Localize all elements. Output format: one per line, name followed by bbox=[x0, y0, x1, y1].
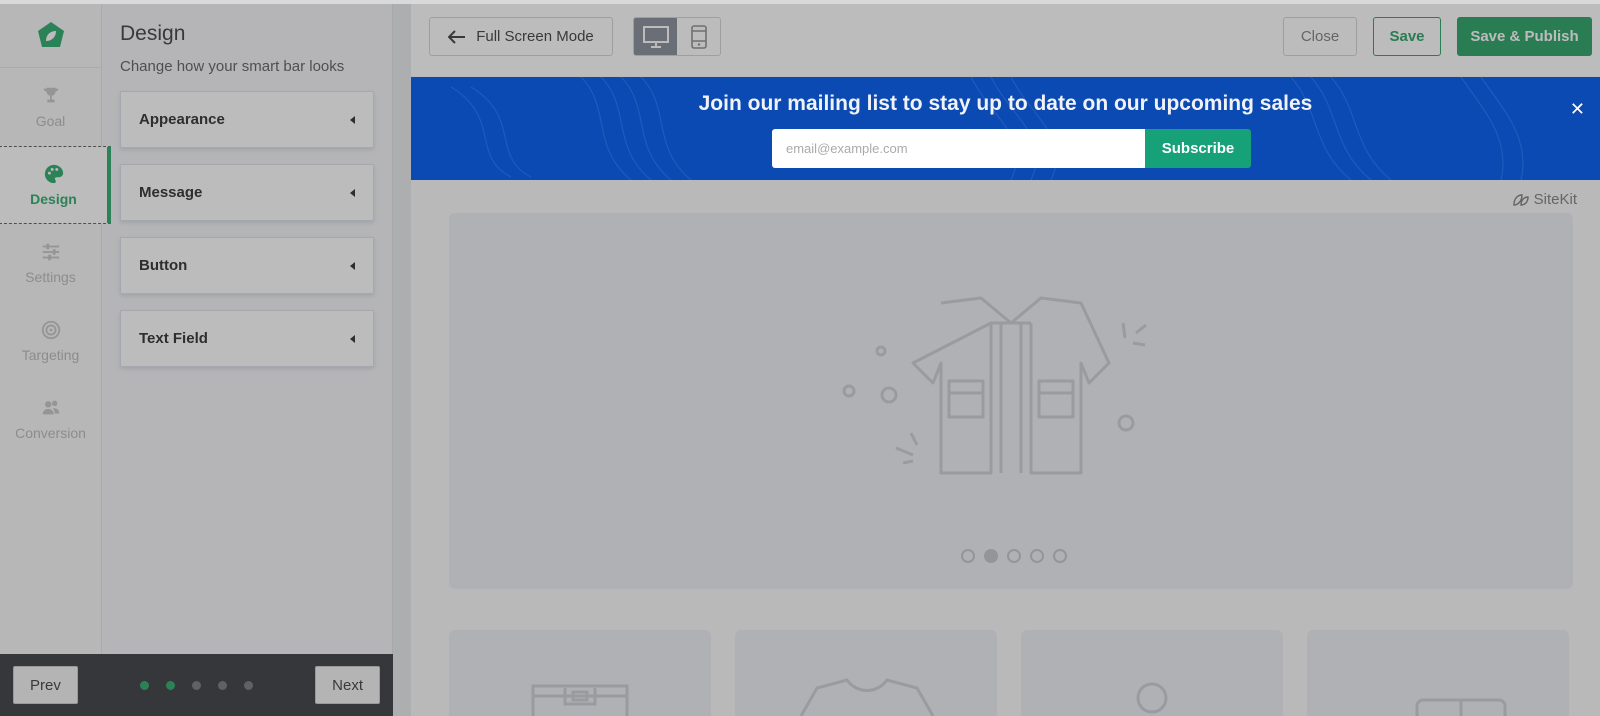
step-conversion[interactable]: Conversion bbox=[0, 380, 101, 458]
step-dot bbox=[218, 680, 227, 690]
bag-illustration bbox=[1136, 682, 1168, 714]
step-dot bbox=[140, 680, 149, 690]
subscribe-button[interactable]: Subscribe bbox=[1145, 129, 1251, 168]
carousel-dot[interactable] bbox=[984, 549, 998, 563]
sweater-illustration bbox=[799, 678, 935, 716]
full-screen-label: Full Screen Mode bbox=[476, 28, 594, 45]
caret-left-icon bbox=[350, 261, 355, 270]
caret-left-icon bbox=[350, 334, 355, 343]
step-navigation: Prev Next bbox=[0, 654, 393, 716]
caret-left-icon bbox=[350, 188, 355, 197]
section-message-label: Message bbox=[139, 184, 203, 201]
smart-bar-message: Join our mailing list to stay up to date… bbox=[698, 92, 1313, 115]
carousel-dot[interactable] bbox=[1007, 549, 1021, 563]
step-dot bbox=[192, 680, 201, 690]
mobile-view-button[interactable] bbox=[677, 18, 720, 55]
sliders-icon bbox=[42, 243, 59, 261]
step-progress bbox=[140, 680, 253, 690]
editor-toolbar: Full Screen Mode Close Save Save & Publi… bbox=[411, 4, 1600, 72]
save-button[interactable]: Save bbox=[1373, 17, 1441, 56]
product-card bbox=[1307, 630, 1569, 716]
close-icon[interactable]: ✕ bbox=[1570, 99, 1585, 120]
design-panel: Design Change how your smart bar looks A… bbox=[102, 4, 393, 654]
window-top-border bbox=[0, 0, 1600, 4]
product-card bbox=[735, 630, 997, 716]
carousel-indicators bbox=[961, 549, 1067, 563]
site-brand-label: SiteKit bbox=[1533, 191, 1577, 208]
app-logo bbox=[0, 4, 101, 68]
hero-carousel bbox=[449, 213, 1573, 589]
device-toggle bbox=[633, 17, 721, 56]
target-icon bbox=[41, 320, 60, 340]
arrow-left-icon bbox=[448, 29, 466, 44]
panel-divider bbox=[393, 4, 411, 716]
section-button[interactable]: Button bbox=[120, 237, 374, 294]
carousel-dot[interactable] bbox=[961, 549, 975, 563]
close-button[interactable]: Close bbox=[1283, 17, 1357, 56]
step-goal-label: Goal bbox=[35, 113, 66, 129]
site-brand: SiteKit bbox=[1512, 191, 1577, 208]
save-publish-button[interactable]: Save & Publish bbox=[1457, 17, 1592, 56]
carousel-dot[interactable] bbox=[1030, 549, 1044, 563]
section-appearance-label: Appearance bbox=[139, 111, 225, 128]
product-card bbox=[1021, 630, 1283, 716]
shorts-illustration bbox=[531, 684, 629, 716]
step-conversion-label: Conversion bbox=[15, 425, 86, 441]
wallet-illustration bbox=[1415, 698, 1507, 716]
carousel-dot[interactable] bbox=[1053, 549, 1067, 563]
section-button-label: Button bbox=[139, 257, 188, 274]
product-card bbox=[449, 630, 711, 716]
step-design[interactable]: Design bbox=[0, 146, 111, 224]
step-targeting[interactable]: Targeting bbox=[0, 302, 101, 380]
mobile-icon bbox=[690, 24, 707, 49]
prev-button[interactable]: Prev bbox=[13, 666, 78, 704]
step-dot bbox=[166, 680, 175, 690]
section-text-field[interactable]: Text Field bbox=[120, 310, 374, 367]
step-goal[interactable]: Goal bbox=[0, 68, 101, 146]
section-appearance[interactable]: Appearance bbox=[120, 91, 374, 148]
step-dot bbox=[244, 680, 253, 690]
step-settings-label: Settings bbox=[25, 269, 76, 285]
panel-subtitle: Change how your smart bar looks bbox=[120, 58, 345, 75]
email-field[interactable] bbox=[772, 129, 1145, 168]
step-settings[interactable]: Settings bbox=[0, 224, 101, 302]
trophy-icon bbox=[43, 87, 58, 103]
section-message[interactable]: Message bbox=[120, 164, 374, 221]
step-design-label: Design bbox=[30, 191, 77, 207]
caret-left-icon bbox=[350, 115, 355, 124]
logo-icon bbox=[37, 21, 64, 47]
smart-bar-preview[interactable]: Join our mailing list to stay up to date… bbox=[411, 77, 1600, 180]
jacket-illustration bbox=[842, 296, 1147, 475]
palette-icon bbox=[44, 164, 63, 184]
leaf-icon bbox=[1512, 193, 1529, 206]
step-targeting-label: Targeting bbox=[21, 347, 80, 363]
users-icon bbox=[42, 400, 59, 415]
section-text-field-label: Text Field bbox=[139, 330, 208, 347]
full-screen-button[interactable]: Full Screen Mode bbox=[429, 17, 613, 56]
next-button[interactable]: Next bbox=[315, 666, 380, 704]
desktop-view-button[interactable] bbox=[634, 18, 677, 55]
panel-title: Design bbox=[120, 22, 186, 45]
step-rail: Goal Design Settings Targeting Conversio… bbox=[0, 4, 111, 654]
desktop-icon bbox=[642, 25, 669, 48]
